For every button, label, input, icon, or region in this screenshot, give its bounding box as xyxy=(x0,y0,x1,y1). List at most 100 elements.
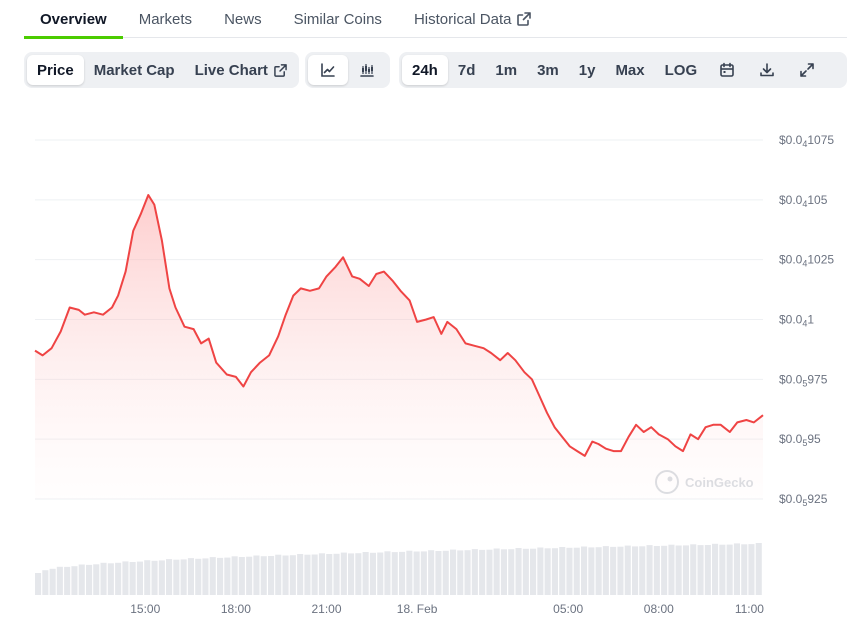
coingecko-watermark: CoinGecko xyxy=(655,470,754,494)
tab-similar-coins[interactable]: Similar Coins xyxy=(278,0,398,38)
volume-bar xyxy=(719,544,726,595)
x-tick-label: 15:00 xyxy=(130,602,160,616)
log-scale-button[interactable]: LOG xyxy=(655,55,708,85)
range-24h-button[interactable]: 24h xyxy=(402,55,448,85)
x-tick-label: 18:00 xyxy=(221,602,251,616)
volume-bar xyxy=(151,560,158,595)
volume-bar xyxy=(64,566,71,595)
range-7d-label: 7d xyxy=(457,61,476,79)
calendar-icon xyxy=(719,62,735,78)
price-button[interactable]: Price xyxy=(27,55,84,85)
volume-bar xyxy=(726,544,733,595)
volume-bar xyxy=(129,562,136,595)
tab-overview-label: Overview xyxy=(40,10,107,28)
market-cap-button[interactable]: Market Cap xyxy=(84,55,185,85)
volume-bar xyxy=(282,555,289,595)
watermark-text: CoinGecko xyxy=(685,475,754,490)
volume-bar xyxy=(508,549,515,595)
volume-bar xyxy=(457,550,464,595)
volume-bar xyxy=(180,559,187,595)
volume-bar xyxy=(217,557,224,595)
range-max-button[interactable]: Max xyxy=(605,55,654,85)
volume-bar xyxy=(289,555,296,595)
line-chart-button[interactable] xyxy=(308,55,348,85)
volume-bar xyxy=(136,561,143,595)
fullscreen-button[interactable] xyxy=(787,55,827,85)
range-3m-button[interactable]: 3m xyxy=(527,55,569,85)
volume-bar xyxy=(369,552,376,595)
volume-bar xyxy=(304,554,311,595)
volume-bar xyxy=(202,558,209,595)
volume-bar xyxy=(428,550,435,595)
volume-bar xyxy=(166,559,173,595)
volume-bar xyxy=(602,546,609,595)
y-tick-label: $0.041075 xyxy=(779,133,834,149)
y-tick-label: $0.05925 xyxy=(779,492,828,508)
volume-bar xyxy=(675,545,682,595)
volume-bar xyxy=(377,552,384,595)
volume-bar xyxy=(515,548,522,595)
volume-bar xyxy=(668,544,675,595)
price-line xyxy=(34,194,764,457)
volume-bar xyxy=(464,550,471,595)
candlestick-chart-icon xyxy=(359,62,375,78)
live-chart-button[interactable]: Live Chart xyxy=(185,55,297,85)
volume-bar xyxy=(632,546,639,595)
volume-bar xyxy=(566,547,573,595)
volume-bar xyxy=(486,549,493,595)
volume-bar xyxy=(500,549,507,595)
time-range-toggle: 24h 7d 1m 3m 1y Max LOG xyxy=(399,52,847,88)
volume-bar xyxy=(224,557,231,595)
y-tick-label: $0.041025 xyxy=(779,253,834,269)
volume-bar xyxy=(712,543,719,595)
volume-bar xyxy=(391,552,398,595)
line-chart-icon xyxy=(320,62,336,78)
volume-bar xyxy=(326,554,333,595)
volume-bar xyxy=(275,554,282,595)
volume-bar xyxy=(537,547,544,595)
volume-bars xyxy=(35,543,762,595)
tab-news[interactable]: News xyxy=(208,0,278,38)
y-axis-ticks: $0.041075 $0.04105 $0.041025 $0.041 $0.05975… xyxy=(779,133,834,508)
candlestick-chart-button[interactable] xyxy=(348,55,388,85)
x-tick-label: 08:00 xyxy=(644,602,674,616)
range-1y-button[interactable]: 1y xyxy=(569,55,606,85)
volume-bar xyxy=(420,551,427,595)
volume-bar xyxy=(493,548,500,595)
tab-historical-data[interactable]: Historical Data xyxy=(398,0,548,38)
range-7d-button[interactable]: 7d xyxy=(448,55,486,85)
volume-bar xyxy=(704,545,711,595)
tab-markets-label: Markets xyxy=(138,10,193,28)
volume-bar xyxy=(56,566,63,595)
volume-bar xyxy=(297,554,304,595)
tab-markets[interactable]: Markets xyxy=(123,0,208,38)
x-tick-label: 21:00 xyxy=(311,602,341,616)
external-link-icon xyxy=(274,63,287,77)
volume-bar xyxy=(42,570,49,595)
tab-overview[interactable]: Overview xyxy=(24,0,123,39)
volume-bar xyxy=(318,553,325,595)
volume-bar xyxy=(86,564,93,595)
volume-bar xyxy=(122,561,129,595)
x-axis-ticks: 15:00 18:00 21:00 18. Feb 05:00 08:00 11:00 xyxy=(130,602,764,616)
volume-bar xyxy=(682,545,689,595)
volume-bar xyxy=(544,548,551,595)
volume-bar xyxy=(348,553,355,595)
market-cap-button-label: Market Cap xyxy=(93,61,175,79)
range-1m-button[interactable]: 1m xyxy=(485,55,527,85)
download-button[interactable] xyxy=(747,55,787,85)
x-tick-label: 18. Feb xyxy=(397,602,438,616)
range-1y-label: 1y xyxy=(578,61,596,79)
calendar-button[interactable] xyxy=(707,55,747,85)
tab-similar-coins-label: Similar Coins xyxy=(293,10,382,28)
volume-bar xyxy=(690,544,697,595)
tab-historical-data-label: Historical Data xyxy=(413,10,512,28)
volume-bar xyxy=(755,543,762,595)
volume-bar xyxy=(639,546,646,595)
volume-bar xyxy=(741,544,748,595)
volume-bar xyxy=(661,545,668,595)
volume-bar xyxy=(173,559,180,595)
volume-bar xyxy=(610,546,617,595)
live-chart-button-label: Live Chart xyxy=(194,61,268,79)
range-max-label: Max xyxy=(615,61,645,79)
